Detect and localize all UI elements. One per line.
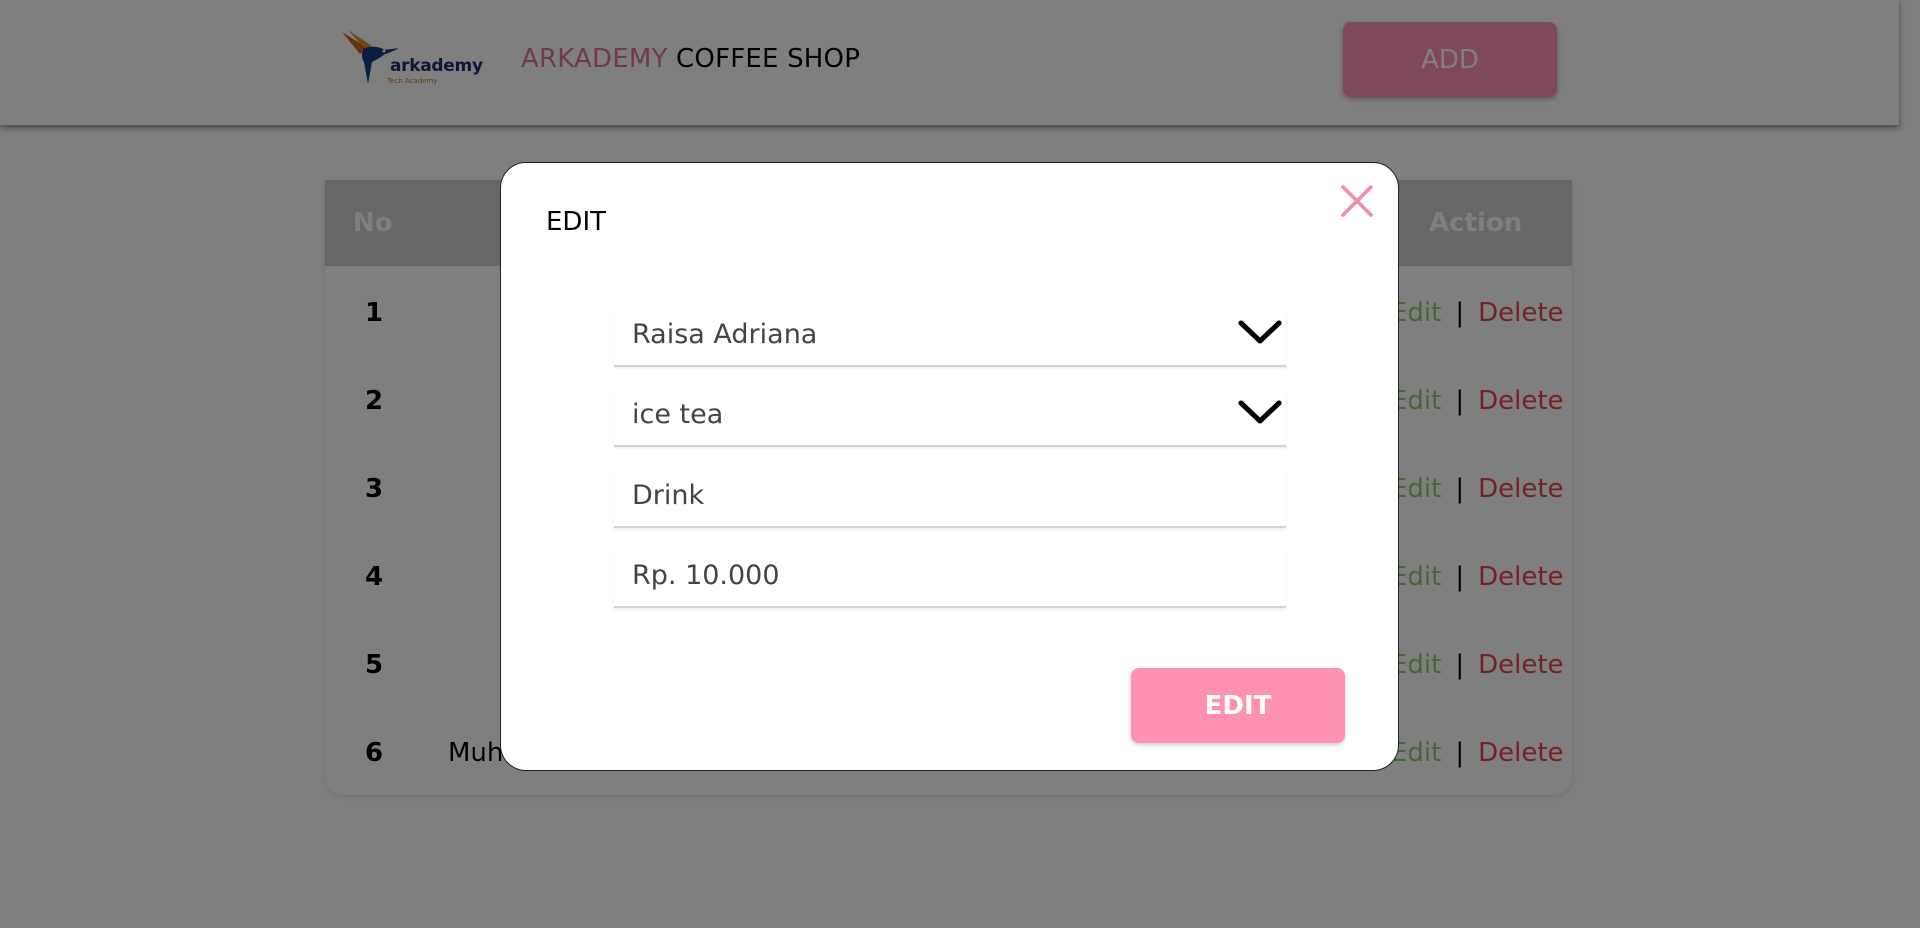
modal-title: EDIT <box>546 207 606 237</box>
cashier-select[interactable]: Raisa Adriana <box>614 307 1286 367</box>
cashier-select-value: Raisa Adriana <box>632 319 818 350</box>
category-field[interactable]: Drink <box>614 468 1286 528</box>
close-icon[interactable] <box>1339 183 1375 219</box>
price-field-value: Rp. 10.000 <box>632 560 780 591</box>
chevron-down-icon[interactable] <box>1237 317 1283 349</box>
price-field[interactable]: Rp. 10.000 <box>614 548 1286 608</box>
edit-modal: EDIT Raisa Adriana ice tea Drink Rp. 10.… <box>500 162 1399 771</box>
product-select-value: ice tea <box>632 399 724 430</box>
chevron-down-icon[interactable] <box>1237 397 1283 429</box>
product-select[interactable]: ice tea <box>614 387 1286 447</box>
edit-submit-button[interactable]: EDIT <box>1131 668 1345 743</box>
category-field-value: Drink <box>632 480 705 511</box>
